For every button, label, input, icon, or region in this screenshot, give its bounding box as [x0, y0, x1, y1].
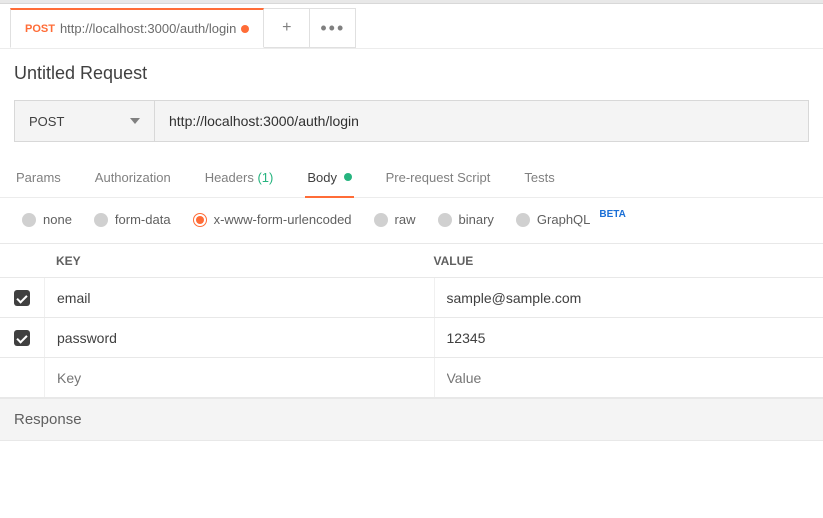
- radio-icon: [94, 213, 108, 227]
- beta-badge: BETA: [599, 209, 625, 220]
- tab-method-label: POST: [25, 23, 55, 35]
- body-active-indicator-icon: [344, 173, 352, 181]
- chevron-down-icon: [130, 118, 140, 124]
- tab-pre-request-script[interactable]: Pre-request Script: [386, 170, 491, 197]
- table-row-new: [0, 358, 823, 398]
- table-row: [0, 318, 823, 358]
- radio-icon: [193, 213, 207, 227]
- radio-icon: [374, 213, 388, 227]
- param-value-input[interactable]: [434, 318, 823, 357]
- body-params-table: KEY VALUE: [0, 243, 823, 398]
- request-tabs-bar: POST http://localhost:3000/auth/login + …: [0, 4, 823, 49]
- body-type-radios: none form-data x-www-form-urlencoded raw…: [0, 198, 823, 243]
- new-tab-button[interactable]: +: [264, 8, 310, 48]
- param-value-input-new[interactable]: [434, 358, 823, 397]
- param-key-input[interactable]: [44, 318, 434, 357]
- column-header-key: KEY: [44, 254, 434, 268]
- body-type-raw[interactable]: raw: [374, 212, 416, 227]
- tab-authorization[interactable]: Authorization: [95, 170, 171, 197]
- tab-tests[interactable]: Tests: [524, 170, 554, 197]
- request-title: Untitled Request: [0, 49, 823, 100]
- request-line: POST: [14, 100, 809, 142]
- body-type-graphql[interactable]: GraphQLBETA: [516, 212, 626, 227]
- tab-body[interactable]: Body: [307, 170, 351, 197]
- param-key-input-new[interactable]: [44, 358, 434, 397]
- unsaved-indicator-icon: [241, 25, 249, 33]
- param-value-input[interactable]: [434, 278, 823, 317]
- param-key-input[interactable]: [44, 278, 434, 317]
- column-header-value: VALUE: [434, 254, 823, 268]
- radio-icon: [438, 213, 452, 227]
- tab-params[interactable]: Params: [16, 170, 61, 197]
- tab-overflow-button[interactable]: •••: [310, 8, 356, 48]
- method-select[interactable]: POST: [15, 101, 155, 141]
- body-type-none[interactable]: none: [22, 212, 72, 227]
- response-body-area: [0, 441, 823, 487]
- radio-icon: [516, 213, 530, 227]
- row-enable-checkbox[interactable]: [14, 330, 30, 346]
- plus-icon: +: [282, 19, 291, 37]
- body-type-form-data[interactable]: form-data: [94, 212, 171, 227]
- headers-count-badge: (1): [257, 170, 273, 185]
- ellipsis-icon: •••: [320, 23, 345, 33]
- row-enable-checkbox[interactable]: [14, 290, 30, 306]
- method-select-value: POST: [29, 114, 64, 129]
- tab-headers[interactable]: Headers (1): [205, 170, 274, 197]
- table-row: [0, 278, 823, 318]
- url-input[interactable]: [155, 101, 808, 141]
- body-type-binary[interactable]: binary: [438, 212, 494, 227]
- response-section-header[interactable]: Response: [0, 398, 823, 441]
- body-type-urlencoded[interactable]: x-www-form-urlencoded: [193, 212, 352, 227]
- table-header-row: KEY VALUE: [0, 244, 823, 278]
- request-tab[interactable]: POST http://localhost:3000/auth/login: [10, 8, 264, 48]
- request-section-tabs: Params Authorization Headers (1) Body Pr…: [0, 160, 823, 198]
- radio-icon: [22, 213, 36, 227]
- tab-url-label: http://localhost:3000/auth/login: [60, 21, 236, 36]
